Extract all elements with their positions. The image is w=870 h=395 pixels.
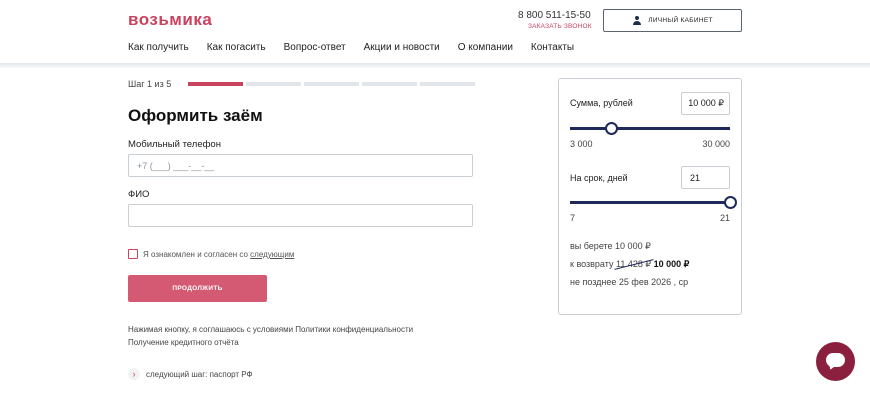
term-input[interactable]: 21 <box>681 166 730 189</box>
return-prefix: к возврату <box>570 259 614 269</box>
chevron-right-icon: › <box>128 368 140 380</box>
due-date: не позднее 25 фев 2026 , ср <box>570 277 689 287</box>
agree-link[interactable]: следующим <box>250 250 294 259</box>
step-indicator-label: Шаг 1 из 5 <box>128 79 172 89</box>
step-segment-3 <box>304 82 359 86</box>
name-field[interactable] <box>128 204 473 227</box>
nav-item-news[interactable]: Акции и новости <box>364 42 440 53</box>
take-amount: вы берете 10 000 ₽ <box>570 241 651 251</box>
continue-button[interactable]: ПРОДОЛЖИТЬ <box>128 275 267 302</box>
chat-icon-tail <box>827 363 837 371</box>
callback-link[interactable]: ЗАКАЗАТЬ ЗВОНОК <box>528 23 592 30</box>
step-segment-1 <box>188 82 243 86</box>
term-min: 7 <box>570 213 576 223</box>
sum-input[interactable]: 10 000 ₽ <box>681 92 730 115</box>
term-label: На срок, дней <box>570 173 628 183</box>
phone-field-label: Мобильный телефон <box>128 139 221 150</box>
sum-slider-track[interactable] <box>570 127 730 130</box>
nav-item-how-to-get[interactable]: Как получить <box>128 42 189 53</box>
return-new-amount: 10 000 ₽ <box>653 259 690 269</box>
loan-calculator: Сумма, рублей 10 000 ₽ 3 000 30 000 На с… <box>558 78 742 315</box>
nav-item-faq[interactable]: Вопрос-ответ <box>284 42 346 53</box>
phone-field[interactable]: +7 (___) ___-__-__ <box>128 154 473 177</box>
name-field-label: ФИО <box>128 189 150 200</box>
sum-max: 30 000 <box>702 139 730 149</box>
privacy-notice: Нажимая кнопку, я соглашаюсь с условиями… <box>128 325 414 334</box>
main-nav: Как получить Как погасить Вопрос-ответ А… <box>128 42 592 53</box>
nav-item-how-to-repay[interactable]: Как погасить <box>207 42 266 53</box>
page-title: Оформить заём <box>128 106 263 125</box>
personal-cabinet-label: ЛИЧНЫЙ КАБИНЕТ <box>648 17 713 24</box>
return-old-amount: 11 428 ₽ <box>615 259 652 269</box>
agree-label: Я ознакомлен и согласен со <box>143 250 248 259</box>
sum-min: 3 000 <box>570 139 593 149</box>
term-slider-track[interactable] <box>570 201 730 204</box>
next-step-label: следующий шаг: паспорт РФ <box>146 370 253 379</box>
site-header: возьмика 8 800 511-15-50 ЗАКАЗАТЬ ЗВОНОК… <box>0 0 870 64</box>
term-max: 21 <box>719 213 730 223</box>
step-segment-5 <box>420 82 475 86</box>
chat-button[interactable] <box>816 342 855 381</box>
user-icon <box>632 15 642 26</box>
return-amount: к возврату 11 428 ₽ 10 000 ₽ <box>570 259 689 270</box>
credit-report-notice: Получение кредитного отчёта <box>128 338 239 347</box>
header-divider <box>0 63 870 68</box>
step-progress <box>188 82 478 86</box>
nav-item-about[interactable]: О компании <box>458 42 513 53</box>
personal-cabinet-button[interactable]: ЛИЧНЫЙ КАБИНЕТ <box>603 9 742 32</box>
step-segment-2 <box>246 82 301 86</box>
agree-text: Я ознакомлен и согласен со следующим <box>143 250 294 259</box>
term-slider-thumb[interactable] <box>723 196 737 209</box>
nav-item-contacts[interactable]: Контакты <box>531 42 574 53</box>
sum-label: Сумма, рублей <box>570 98 633 108</box>
agree-checkbox[interactable] <box>128 249 138 259</box>
phone-number[interactable]: 8 800 511-15-50 <box>518 10 591 21</box>
step-segment-4 <box>362 82 417 86</box>
logo[interactable]: возьмика <box>128 10 212 30</box>
sum-slider-thumb[interactable] <box>605 122 619 135</box>
